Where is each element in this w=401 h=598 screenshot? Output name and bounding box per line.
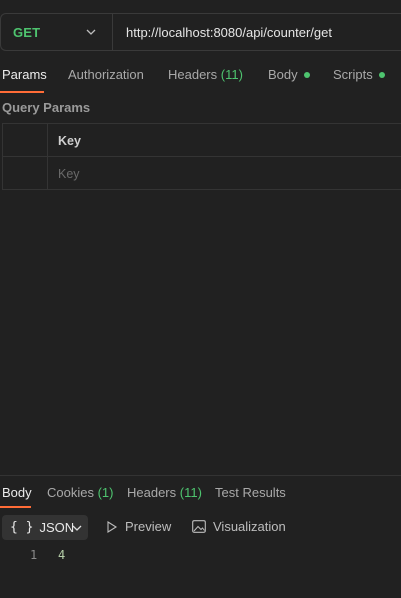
visualization-button[interactable]: Visualization (192, 519, 286, 534)
response-value: 4 (58, 548, 66, 562)
braces-icon: { } (10, 520, 34, 535)
line-number: 1 (30, 548, 38, 562)
preview-button[interactable]: Preview (106, 519, 171, 534)
format-select[interactable]: { } JSON (2, 515, 88, 540)
response-tab-test-results[interactable]: Test Results (215, 485, 286, 500)
image-icon (192, 520, 206, 533)
chevron-down-icon (86, 29, 96, 35)
query-params-table: Key Key (2, 123, 401, 190)
response-tab-cookies-label: Cookies (47, 485, 94, 500)
tab-params-label: Params (2, 67, 47, 82)
tab-scripts-label: Scripts (333, 67, 373, 82)
tab-authorization[interactable]: Authorization (68, 67, 144, 82)
tab-params[interactable]: Params (2, 67, 47, 82)
preview-label: Preview (125, 519, 172, 534)
header-check-cell (3, 124, 48, 156)
cookies-count: (1) (97, 485, 114, 500)
table-row: Key (3, 157, 401, 190)
response-tab-headers[interactable]: Headers (11) (127, 485, 202, 500)
tab-authorization-label: Authorization (68, 67, 144, 82)
response-active-tab-underline (0, 506, 31, 508)
tab-headers[interactable]: Headers (11) (168, 67, 243, 82)
play-icon (107, 520, 118, 533)
body-indicator-dot (303, 71, 310, 78)
format-select-label: JSON (39, 520, 75, 535)
visualization-label: Visualization (213, 519, 286, 534)
method-label: GET (13, 24, 41, 40)
key-input[interactable]: Key (58, 167, 80, 181)
response-tab-headers-label: Headers (127, 485, 177, 500)
response-tab-body-label: Body (2, 485, 32, 500)
tab-scripts[interactable]: Scripts (333, 67, 385, 82)
tab-body[interactable]: Body (268, 67, 310, 82)
row-check-cell[interactable] (3, 157, 48, 190)
tab-headers-label: Headers (168, 67, 218, 82)
response-tabs: Body Cookies (1) Headers (11) Test Resul… (0, 484, 401, 510)
request-tabs: Params Authorization Headers (11) Body S… (0, 62, 401, 93)
response-tab-cookies[interactable]: Cookies (1) (47, 485, 113, 500)
headers-count: (11) (220, 67, 243, 82)
chevron-down-icon (72, 525, 82, 531)
response-tab-test-results-label: Test Results (215, 485, 286, 500)
query-params-title: Query Params (2, 100, 91, 115)
active-tab-underline (0, 91, 44, 93)
url-input[interactable]: http://localhost:8080/api/counter/get (113, 25, 332, 40)
key-column-header: Key (58, 134, 81, 148)
url-bar: GET http://localhost:8080/api/counter/ge… (0, 13, 401, 51)
method-select[interactable]: GET (1, 14, 113, 50)
response-divider[interactable] (0, 475, 401, 476)
response-headers-count: (11) (179, 485, 202, 500)
tab-body-label: Body (268, 67, 298, 82)
response-tab-body[interactable]: Body (2, 485, 32, 500)
response-format-row: { } JSON Preview Visualization (0, 515, 401, 541)
postman-request-view: GET http://localhost:8080/api/counter/ge… (0, 0, 401, 598)
scripts-indicator-dot (378, 71, 385, 78)
table-header-row: Key (3, 124, 401, 157)
